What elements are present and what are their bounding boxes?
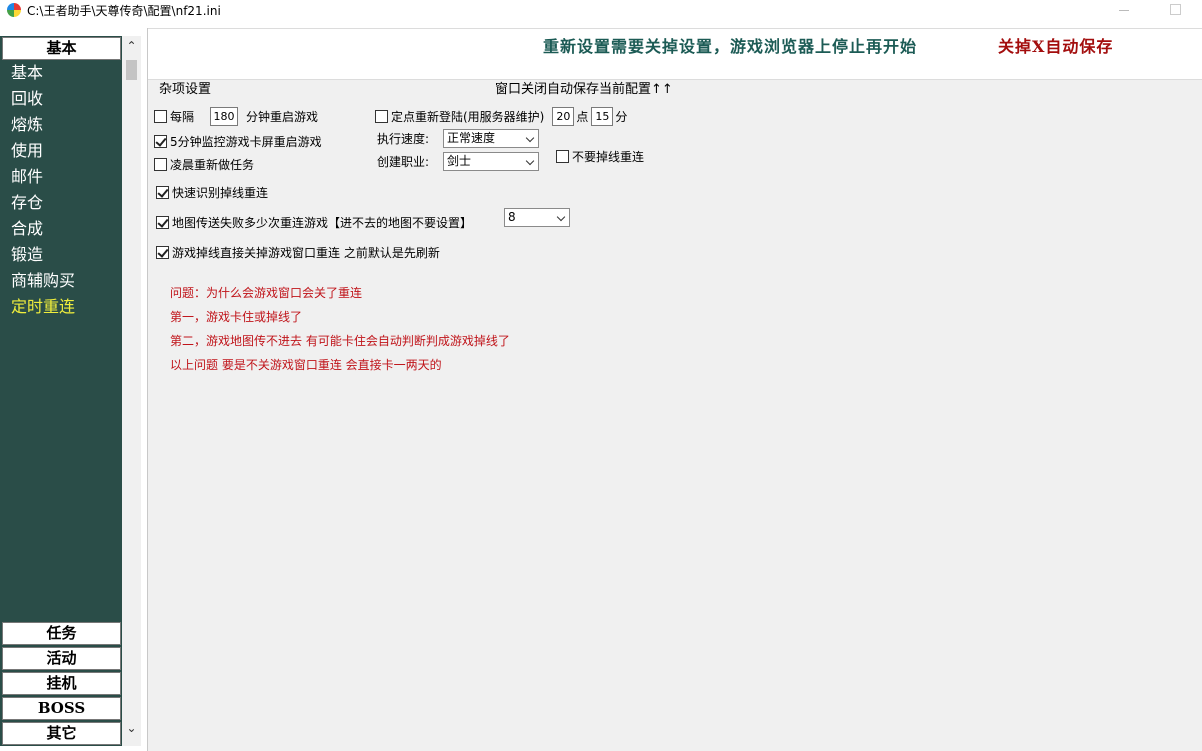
monitor-stuck-checkbox[interactable] [154,135,167,148]
exec-speed-value: 正常速度 [447,131,496,145]
fast-detect-checkbox[interactable] [156,186,169,199]
relogin-hour-input[interactable]: 20 [552,107,575,126]
faq-reason-1: 第一，游戏卡住或掉线了 [170,310,303,324]
sidebar-item-mail[interactable]: 邮件 [0,164,122,190]
create-class-row: 创建职业: 剑士 [377,152,539,171]
restart-every-unit: 分钟重启游戏 [246,110,319,124]
maximize-icon[interactable] [1152,0,1202,20]
redo-tasks-checkbox[interactable] [154,158,167,171]
monitor-stuck-label: 5分钟监控游戏卡屏重启游戏 [170,135,322,149]
map-teleport-fail-checkbox[interactable] [156,216,169,229]
app-icon [7,3,21,17]
sidebar-item-recycle[interactable]: 回收 [0,86,122,112]
sidebar-group-events-button[interactable]: 活动 [2,647,121,670]
scroll-down-icon[interactable]: ⌄ [122,718,141,738]
map-teleport-fail-label: 地图传送失败多少次重连游戏【进不去的地图不要设置】 [172,216,473,230]
minimize-icon[interactable] [1092,0,1152,20]
sidebar-item-basic[interactable]: 基本 [0,60,122,86]
chevron-down-icon [556,212,566,222]
create-class-select[interactable]: 剑士 [443,152,539,171]
title-bar: C:\王者助手\天尊传奇\配置\nf21.ini [0,0,1202,20]
autosave-notice: 关掉X自动保存 [998,37,1114,56]
map-teleport-fail-select[interactable]: 8 [504,208,570,227]
sidebar-items: 基本 回收 熔炼 使用 邮件 存仓 合成 锻造 商辅购买 定时重连 [0,60,122,320]
create-class-label: 创建职业: [377,155,430,169]
restart-notice: 重新设置需要关掉设置，游戏浏览器上停止再开始 [543,37,918,56]
map-teleport-fail-select-wrap: 8 [504,208,570,227]
exec-speed-row: 执行速度: 正常速度 [377,129,539,148]
exec-speed-select[interactable]: 正常速度 [443,129,539,148]
sidebar-item-forge[interactable]: 锻造 [0,242,122,268]
sidebar-group-boss-button[interactable]: BOSS [2,697,121,720]
faq-conclusion: 以上问题 要是不关游戏窗口重连 会直接卡一两天的 [170,358,442,372]
sidebar-item-smelt[interactable]: 熔炼 [0,112,122,138]
restart-every-label: 每隔 [170,110,195,124]
map-teleport-fail-row: 地图传送失败多少次重连游戏【进不去的地图不要设置】 [156,214,472,231]
map-teleport-fail-value: 8 [508,210,516,224]
fast-detect-row: 快速识别掉线重连 [156,184,268,201]
section-title: 杂项设置 [159,82,212,97]
scheduled-relogin-row: 定点重新登陆(用服务器维护) 20 点 15 分 [375,107,627,126]
sidebar-item-compose[interactable]: 合成 [0,216,122,242]
scroll-up-icon[interactable]: ⌃ [122,36,141,56]
autosave-note: 窗口关闭自动保存当前配置↑↑ [495,82,673,97]
sidebar: 基本 基本 回收 熔炼 使用 邮件 存仓 合成 锻造 商辅购买 定时重连 任务 … [0,36,122,746]
create-class-value: 剑士 [447,154,472,168]
sidebar-group-tasks-button[interactable]: 任务 [2,622,121,645]
scroll-thumb[interactable] [126,60,137,80]
chevron-down-icon [525,133,535,143]
no-disconnect-reconnect-checkbox[interactable] [556,150,569,163]
relogin-hour-unit: 点 [576,110,589,124]
redo-tasks-label: 凌晨重新做任务 [170,158,255,172]
sidebar-group-idle-button[interactable]: 挂机 [2,672,121,695]
scheduled-relogin-label: 定点重新登陆(用服务器维护) [391,110,545,124]
relogin-minute-unit: 分 [615,110,628,124]
scheduled-relogin-checkbox[interactable] [375,110,388,123]
chevron-down-icon [525,156,535,166]
sidebar-item-scheduled-reconnect[interactable]: 定时重连 [0,294,122,320]
restart-every-row: 每隔 180 分钟重启游戏 [154,107,318,126]
close-window-checkbox[interactable] [156,246,169,259]
no-disconnect-reconnect-row: 不要掉线重连 [556,148,644,165]
close-window-label: 游戏掉线直接关掉游戏窗口重连 之前默认是先刷新 [172,246,440,260]
exec-speed-label: 执行速度: [377,132,430,146]
faq-question: 问题：为什么会游戏窗口会关了重连 [170,286,363,300]
relogin-minute-input[interactable]: 15 [591,107,614,126]
redo-tasks-row: 凌晨重新做任务 [154,156,254,173]
restart-every-input[interactable]: 180 [210,107,239,126]
sidebar-item-shop-buy[interactable]: 商辅购买 [0,268,122,294]
sidebar-group-other-button[interactable]: 其它 [2,722,121,745]
restart-every-checkbox[interactable] [154,110,167,123]
sidebar-scrollbar[interactable]: ⌃ ⌄ [122,36,141,746]
window-controls [1092,0,1202,20]
window-title: C:\王者助手\天尊传奇\配置\nf21.ini [27,3,221,18]
monitor-stuck-row: 5分钟监控游戏卡屏重启游戏 [154,133,322,150]
fast-detect-label: 快速识别掉线重连 [172,186,269,200]
no-disconnect-reconnect-label: 不要掉线重连 [572,150,645,164]
faq-reason-2: 第二，游戏地图传不进去 有可能卡住会自动判断判成游戏掉线了 [170,334,510,348]
sidebar-item-use[interactable]: 使用 [0,138,122,164]
sidebar-item-storage[interactable]: 存仓 [0,190,122,216]
notice-banner: 重新设置需要关掉设置，游戏浏览器上停止再开始 关掉X自动保存 [148,28,1202,80]
sidebar-group-basic-button[interactable]: 基本 [2,37,121,60]
main-panel: 重新设置需要关掉设置，游戏浏览器上停止再开始 关掉X自动保存 杂项设置 窗口关闭… [147,28,1202,751]
close-window-row: 游戏掉线直接关掉游戏窗口重连 之前默认是先刷新 [156,244,440,261]
